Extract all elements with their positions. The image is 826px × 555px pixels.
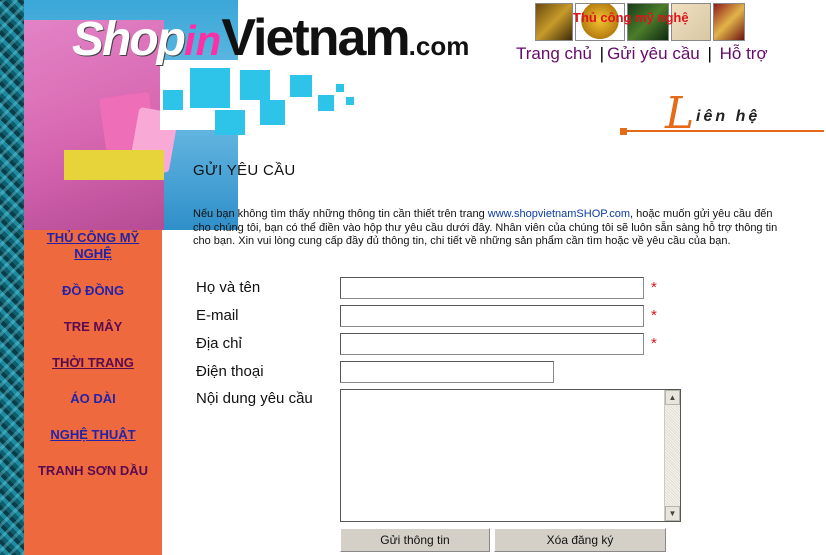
lacquer-box-thumbnail[interactable] (535, 3, 573, 41)
phone-label: Điện thoại (196, 363, 264, 380)
scroll-down-arrow-icon[interactable]: ▼ (665, 506, 680, 521)
painting-thumbnail[interactable] (713, 3, 745, 41)
sidebar-item-fashion[interactable]: THỜI TRANG (24, 355, 162, 370)
email-required-mark: * (651, 307, 657, 324)
name-label: Họ và tên (196, 279, 261, 296)
email-label: E-mail (196, 307, 239, 324)
site-link[interactable]: www.shopvietnamSHOP.com (488, 208, 630, 220)
thumbnail-caption: Thủ công mỹ nghệ (573, 10, 689, 25)
heading-underline (624, 130, 824, 132)
content-label: Nội dung yêu cầu (196, 390, 313, 407)
nav-separator: | (599, 44, 605, 63)
contact-heading-text: iên hệ (696, 108, 761, 125)
logo-com: .com (408, 31, 470, 61)
banner-square (346, 97, 354, 105)
intro-paragraph: Nếu bạn không tìm thấy những thông tin c… (193, 208, 793, 249)
address-input[interactable] (340, 333, 644, 355)
phone-input[interactable] (340, 361, 554, 383)
sidebar-item-ao-dai[interactable]: ÁO DÀI (24, 391, 162, 406)
banner-square (215, 110, 245, 135)
banner-square (336, 84, 344, 92)
sidebar-item-bronze[interactable]: ĐỒ ĐỒNG (24, 283, 162, 298)
banner-square (318, 95, 334, 111)
nav-separator: | (707, 44, 712, 63)
request-content-textarea[interactable]: ▲ ▼ (340, 389, 681, 522)
nav-send-request-link[interactable]: Gửi yêu cầu (607, 44, 700, 63)
textarea-scrollbar[interactable]: ▲ ▼ (664, 390, 680, 521)
name-required-mark: * (651, 279, 657, 296)
category-sidebar: THỦ CÔNG MỸ NGHỆ ĐỒ ĐỒNG TRE MÂY THỜI TR… (24, 230, 162, 555)
site-logo[interactable]: ShopinVietnam.com (72, 8, 469, 78)
name-input[interactable] (340, 277, 644, 299)
nav-home-link[interactable]: Trang chủ (516, 44, 592, 63)
sidebar-item-oil-painting[interactable]: TRANH SƠN DẦU (24, 463, 162, 478)
reset-button[interactable]: Xóa đăng ký (494, 528, 666, 552)
scrollbar-track[interactable] (665, 406, 680, 505)
banner-square (163, 90, 183, 110)
sidebar-item-art[interactable]: NGHỆ THUẬT (24, 427, 162, 442)
sidebar-item-handicraft[interactable]: THỦ CÔNG MỸ NGHỆ (24, 230, 162, 262)
decorative-side-strip (0, 0, 24, 555)
intro-text-start: Nếu bạn không tìm thấy những thông tin c… (193, 208, 488, 220)
banner-square (290, 75, 312, 97)
logo-shop: Shop (72, 13, 186, 66)
contact-heading: L iên hệ (620, 88, 824, 139)
logo-vietnam: Vietnam (221, 9, 410, 67)
submit-button[interactable]: Gửi thông tin (340, 528, 490, 552)
address-required-mark: * (651, 335, 657, 352)
address-label: Địa chỉ (196, 335, 242, 352)
email-input[interactable] (340, 305, 644, 327)
nav-support-link[interactable]: Hỗ trợ (720, 44, 768, 63)
banner-square (260, 100, 285, 125)
page-title: GỬI YÊU CẦU (193, 162, 296, 179)
sidebar-item-bamboo-rattan[interactable]: TRE MÂY (24, 319, 162, 334)
logo-in: in (183, 17, 222, 64)
top-navigation: Trang chủ | Gửi yêu cầu | Hỗ trợ (516, 44, 768, 64)
scroll-up-arrow-icon[interactable]: ▲ (665, 390, 680, 405)
